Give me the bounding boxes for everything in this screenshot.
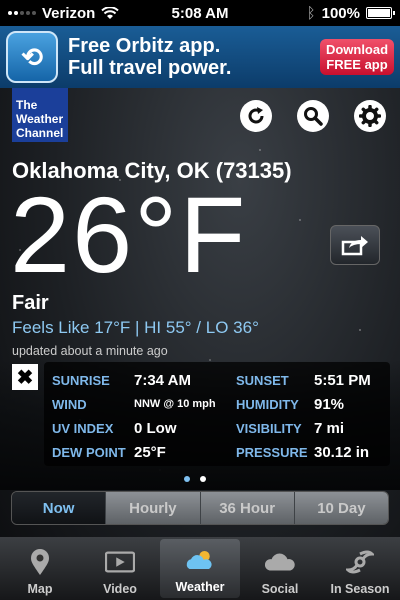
refresh-icon <box>248 107 264 124</box>
tabbar-video-label: Video <box>103 582 137 596</box>
video-icon <box>105 547 135 577</box>
tabbar-weather[interactable]: Weather <box>160 539 240 598</box>
sunset-label: SUNSET <box>236 372 289 388</box>
status-left: Verizon <box>8 5 158 22</box>
page-indicator <box>184 476 206 482</box>
download-line2: FREE app <box>326 57 388 72</box>
close-details-button[interactable]: ✖ <box>12 364 38 390</box>
sunrise-value: 7:34 AM <box>134 371 191 389</box>
forecast-tabs: Now Hourly 36 Hour 10 Day <box>11 491 389 525</box>
visibility-value: 7 mi <box>314 419 345 437</box>
social-cloud-icon <box>265 547 295 577</box>
uv-label: UV INDEX <box>52 420 114 436</box>
details-row-uv: UV INDEX 0 Low VISIBILITY 7 mi <box>44 416 390 440</box>
refresh-button[interactable] <box>240 100 272 132</box>
tabbar-social-label: Social <box>261 582 299 596</box>
map-pin-icon <box>25 547 55 577</box>
visibility-label: VISIBILITY <box>236 420 302 436</box>
dew-point-value: 25°F <box>134 443 166 461</box>
uv-value: 0 Low <box>134 419 177 437</box>
humidity-label: HUMIDITY <box>236 396 299 412</box>
tab-now[interactable]: Now <box>12 492 107 524</box>
battery-icon <box>366 7 395 19</box>
tab-36-hour[interactable]: 36 Hour <box>200 492 295 524</box>
details-row-wind: WIND NNW @ 10 mph HUMIDITY 91% <box>44 392 390 416</box>
search-icon <box>304 107 323 126</box>
search-button[interactable] <box>297 100 329 132</box>
carrier-name: Verizon <box>42 4 96 22</box>
status-time: 5:08 AM <box>171 4 229 22</box>
wifi-icon <box>101 6 120 19</box>
ad-banner[interactable]: ⟲ Free Orbitz app. Full travel power. Do… <box>0 26 400 88</box>
tabbar-video[interactable]: Video <box>80 537 160 600</box>
pressure-label: PRESSURE <box>236 444 308 460</box>
tabbar-in-season[interactable]: In Season <box>320 537 400 600</box>
settings-button[interactable] <box>354 100 386 132</box>
sunset-value: 5:51 PM <box>314 371 371 389</box>
details-row-dew: DEW POINT 25°F PRESSURE 30.12 in <box>44 440 390 464</box>
tab-10-day[interactable]: 10 Day <box>294 492 388 524</box>
details-panel: SUNRISE 7:34 AM SUNSET 5:51 PM WIND NNW … <box>44 362 390 466</box>
gear-icon <box>359 105 381 127</box>
tabbar-weather-label: Weather <box>175 580 225 594</box>
status-right: ᛒ 100% <box>242 4 395 22</box>
feels-like-text: Feels Like 17°F | HI 55° / LO 36° <box>12 318 259 337</box>
share-icon <box>341 236 368 256</box>
tabbar-in-season-label: In Season <box>330 582 390 596</box>
current-temperature: 26°F <box>10 174 248 295</box>
tabbar-map[interactable]: Map <box>0 537 80 600</box>
weather-cloud-sun-icon <box>185 545 215 575</box>
bottom-tab-bar: Map Video Weather Social In Season <box>0 537 400 600</box>
wind-label: WIND <box>52 396 87 412</box>
pressure-value: 30.12 in <box>314 443 370 461</box>
download-button[interactable]: Download FREE app <box>320 39 394 75</box>
logo-line2: Weather <box>16 112 64 126</box>
hurricane-icon <box>345 547 375 577</box>
ad-line2: Full travel power. <box>68 57 232 79</box>
tabbar-map-label: Map <box>27 582 53 596</box>
logo-line1: The <box>16 98 38 112</box>
tabbar-social[interactable]: Social <box>240 537 320 600</box>
condition-text: Fair <box>12 292 49 314</box>
orbitz-logo-icon: ⟲ <box>6 31 58 83</box>
dew-point-label: DEW POINT <box>52 444 126 460</box>
battery-percent: 100% <box>321 4 360 22</box>
weather-channel-logo: The Weather Channel <box>12 88 68 142</box>
bluetooth-icon: ᛒ <box>306 4 316 22</box>
ad-text: Free Orbitz app. Full travel power. <box>68 35 320 79</box>
page-dot <box>200 476 206 482</box>
share-button[interactable] <box>330 225 380 265</box>
status-bar: Verizon 5:08 AM ᛒ 100% <box>0 0 400 26</box>
signal-icon <box>8 11 36 15</box>
close-icon: ✖ <box>16 366 34 389</box>
humidity-value: 91% <box>314 395 345 413</box>
page-dot-active <box>184 476 190 482</box>
updated-text: updated about a minute ago <box>12 344 168 358</box>
wind-value: NNW @ 10 mph <box>134 398 216 410</box>
ad-line1: Free Orbitz app. <box>68 35 221 57</box>
download-line1: Download <box>325 42 389 57</box>
tab-hourly[interactable]: Hourly <box>106 492 201 524</box>
sunrise-label: SUNRISE <box>52 372 110 388</box>
logo-line3: Channel <box>16 126 64 140</box>
details-row-sun: SUNRISE 7:34 AM SUNSET 5:51 PM <box>44 368 390 392</box>
